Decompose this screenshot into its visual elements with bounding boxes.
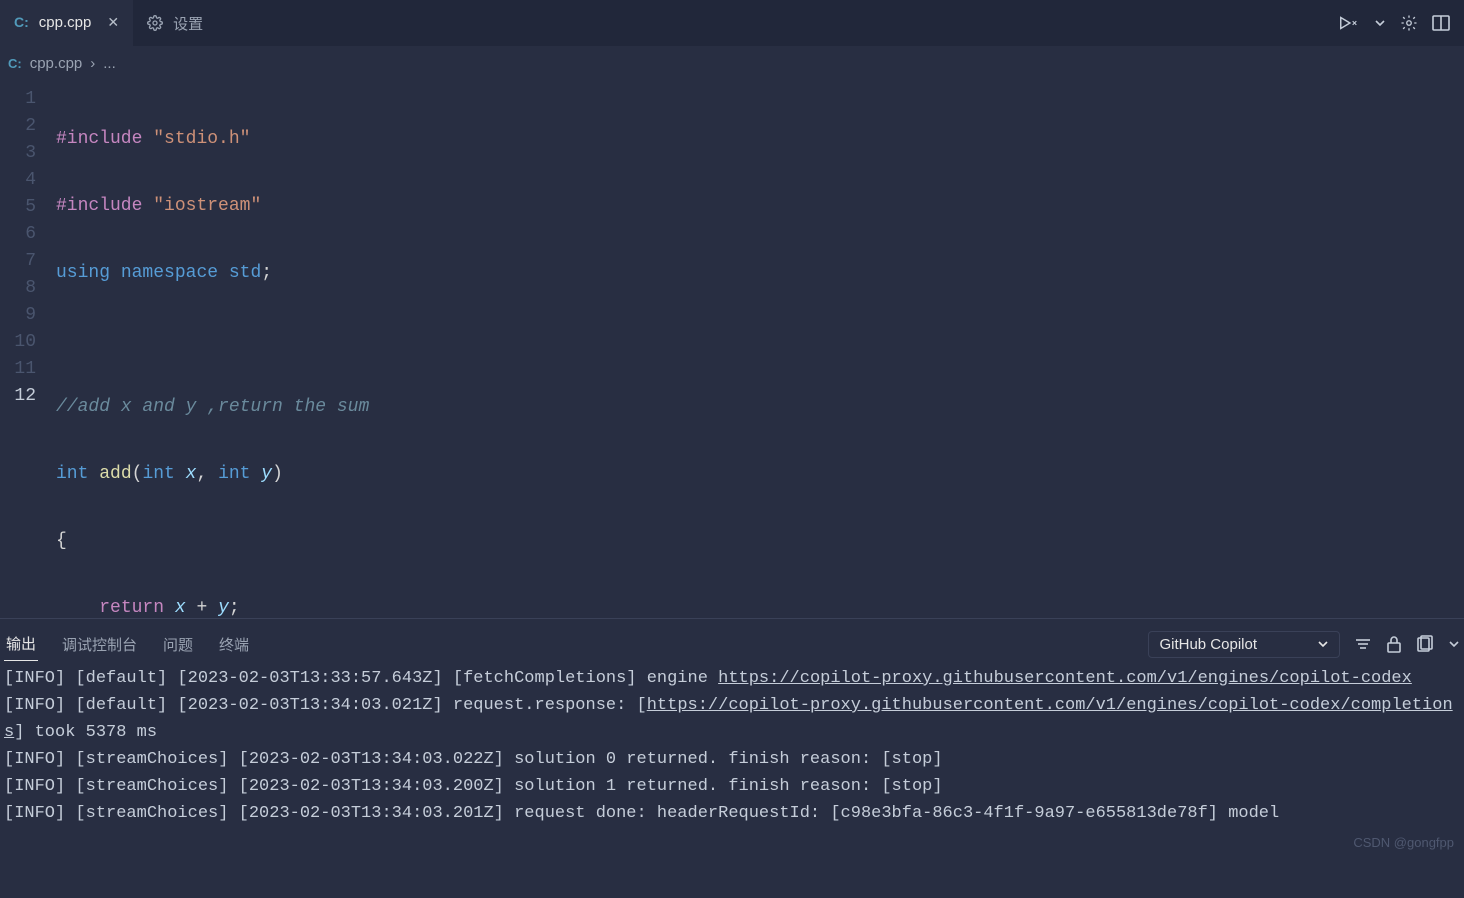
output-line: [INFO] [streamChoices] [2023-02-03T13:34… [4, 773, 1460, 800]
clear-output-icon[interactable] [1416, 635, 1434, 653]
panel-tabs: 输出 调试控制台 问题 终端 GitHub Copilot [0, 619, 1464, 663]
gear-icon [147, 15, 163, 31]
tab-terminal[interactable]: 终端 [217, 628, 251, 661]
gear-icon[interactable] [1400, 14, 1418, 32]
chevron-down-icon[interactable] [1448, 638, 1460, 650]
tabbar-actions [1338, 0, 1464, 46]
tab-label: 设置 [173, 13, 203, 34]
output-channel-dropdown[interactable]: GitHub Copilot [1148, 631, 1340, 658]
split-editor-icon[interactable] [1432, 14, 1450, 32]
run-debug-icon[interactable] [1338, 14, 1360, 32]
code-area[interactable]: #include "stdio.h" #include "iostream" u… [56, 80, 1464, 618]
breadcrumb[interactable]: C: cpp.cpp › ... [0, 46, 1464, 80]
breadcrumb-file: cpp.cpp [30, 55, 83, 72]
output-content[interactable]: [INFO] [default] [2023-02-03T13:33:57.64… [0, 663, 1464, 898]
chevron-down-icon [1317, 638, 1329, 650]
close-icon[interactable]: ✕ [107, 14, 119, 31]
editor-tabbar: C: cpp.cpp ✕ 设置 [0, 0, 1464, 46]
output-line: [INFO] [streamChoices] [2023-02-03T13:34… [4, 746, 1460, 773]
dropdown-label: GitHub Copilot [1159, 636, 1257, 653]
filter-icon[interactable] [1354, 635, 1372, 653]
breadcrumb-more: ... [103, 55, 116, 72]
tab-settings[interactable]: 设置 [133, 0, 217, 46]
chevron-down-icon[interactable] [1374, 17, 1386, 29]
line-gutter: 1 2 3 4 5 6 7 8 9 10 11 12 [0, 80, 56, 618]
output-line: [INFO] [default] [2023-02-03T13:34:03.02… [4, 692, 1460, 746]
tab-label: cpp.cpp [39, 14, 92, 31]
bottom-panel: 输出 调试控制台 问题 终端 GitHub Copilot [INFO] [de… [0, 618, 1464, 898]
watermark: CSDN @gongfpp [1353, 835, 1454, 850]
cpp-file-icon: C: [14, 14, 29, 30]
tab-problems[interactable]: 问题 [161, 628, 195, 661]
tab-output[interactable]: 输出 [4, 627, 38, 661]
tab-debug-console[interactable]: 调试控制台 [60, 628, 139, 661]
breadcrumb-sep: › [90, 55, 95, 72]
code-editor[interactable]: 1 2 3 4 5 6 7 8 9 10 11 12 #include "std… [0, 80, 1464, 618]
output-line: [INFO] [streamChoices] [2023-02-03T13:34… [4, 800, 1460, 827]
cpp-file-icon: C: [8, 56, 22, 71]
output-line: [INFO] [default] [2023-02-03T13:33:57.64… [4, 665, 1460, 692]
lock-icon[interactable] [1386, 635, 1402, 653]
tab-cpp[interactable]: C: cpp.cpp ✕ [0, 0, 133, 46]
